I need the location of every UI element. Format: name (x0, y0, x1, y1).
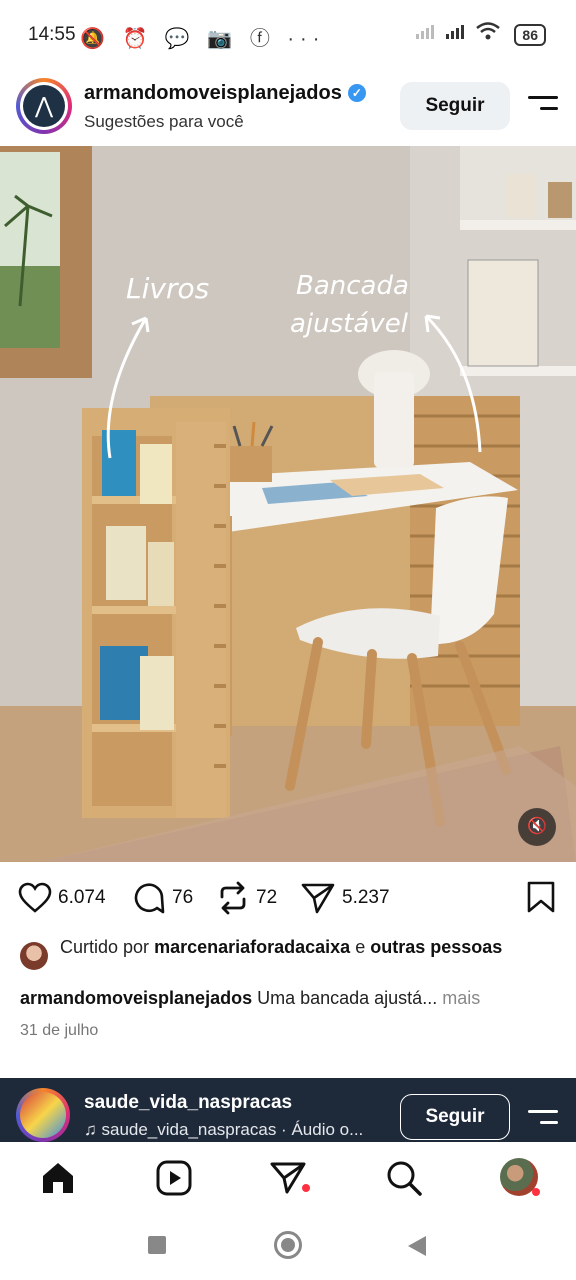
liked-by-prefix: Curtido por (60, 937, 150, 957)
battery-indicator: 86 (514, 24, 546, 46)
liked-by-text[interactable]: Curtido por marcenariaforadacaixa e outr… (60, 934, 560, 960)
next-post-avatar[interactable] (16, 1088, 70, 1142)
search-icon[interactable] (384, 1158, 424, 1198)
mute-icon[interactable]: 🔇 (518, 808, 556, 846)
signal-icon (416, 25, 465, 39)
verified-badge-icon: ✓ (347, 84, 366, 102)
likes-count[interactable]: 6.074 (58, 887, 106, 909)
shares-count[interactable]: 5.237 (342, 887, 390, 909)
username-text[interactable]: armandomoveisplanejados (84, 82, 342, 104)
status-right: 86 (414, 22, 546, 46)
post-actions: 6.074 76 72 5.237 (0, 870, 576, 928)
like-action[interactable]: 6.074 (18, 880, 106, 916)
room-illustration: Livros Bancada ajustável (0, 146, 576, 862)
caption-more-link[interactable]: mais (442, 988, 480, 1008)
account-avatar[interactable]: ⋀ (16, 78, 72, 134)
suggestion-label: Sugestões para você (84, 112, 244, 131)
caption-text: Uma bancada ajustá... (257, 988, 438, 1008)
brand-logo-icon: ⋀ (23, 85, 65, 127)
repost-action[interactable]: 72 (216, 880, 277, 916)
status-time: 14:55 (28, 24, 76, 45)
follow-button[interactable]: Seguir (400, 82, 510, 130)
direct-notification-dot (302, 1184, 310, 1192)
reels-icon[interactable] (154, 1158, 194, 1198)
back-button[interactable] (406, 1234, 428, 1258)
next-post-username[interactable]: saude_vida_naspracas (84, 1092, 292, 1114)
liked-by-suffix: e (355, 937, 366, 957)
comment-icon[interactable] (132, 881, 166, 915)
annotation-ajustavel: ajustável (290, 309, 409, 339)
wifi-icon (476, 22, 501, 40)
share-action[interactable]: 5.237 (300, 880, 390, 916)
home-button[interactable] (274, 1231, 302, 1259)
post-username[interactable]: armandomoveisplanejados ✓ (84, 82, 366, 105)
heart-icon[interactable] (18, 882, 52, 914)
bottom-navigation (0, 1142, 576, 1213)
system-navigation (0, 1212, 576, 1280)
post-image[interactable]: Livros Bancada ajustável (0, 146, 576, 862)
post-menu-icon[interactable] (528, 96, 558, 116)
liker-avatar[interactable] (20, 942, 48, 970)
next-post-menu-icon[interactable] (528, 1110, 558, 1132)
reposts-count[interactable]: 72 (256, 887, 277, 909)
audio-label[interactable]: saude_vida_naspracas · Áudio o... (101, 1120, 363, 1139)
status-bar: 14:55 🔕 ⏰ 💬 📷 ⓕ ··· 86 (0, 0, 576, 72)
annotation-livros: Livros (126, 272, 209, 305)
caption-username[interactable]: armandomoveisplanejados (20, 988, 252, 1008)
recent-apps-button[interactable] (148, 1236, 166, 1254)
next-post-follow-button[interactable]: Seguir (400, 1094, 510, 1140)
next-post-audio[interactable]: ♫ saude_vida_naspracas · Áudio o... (84, 1120, 363, 1140)
post-date: 31 de julho (20, 1022, 99, 1039)
repost-icon[interactable] (216, 881, 250, 915)
bookmark-icon[interactable] (526, 880, 556, 914)
next-post-header: saude_vida_naspracas ♫ saude_vida_naspra… (0, 1078, 576, 1142)
direct-icon[interactable] (268, 1158, 308, 1198)
liked-by-others[interactable]: outras pessoas (370, 937, 502, 957)
profile-notification-dot (532, 1188, 540, 1196)
notification-icons: 🔕 ⏰ 💬 📷 ⓕ ··· (80, 28, 326, 50)
annotation-bancada: Bancada (296, 271, 409, 301)
share-icon[interactable] (300, 881, 336, 915)
music-note-icon: ♫ (84, 1120, 102, 1139)
home-icon[interactable] (38, 1158, 78, 1198)
post-header: ⋀ armandomoveisplanejados ✓ Sugestões par… (0, 72, 576, 146)
comments-count[interactable]: 76 (172, 887, 193, 909)
comment-action[interactable]: 76 (132, 880, 193, 916)
post-caption[interactable]: armandomoveisplanejados Uma bancada ajus… (20, 988, 560, 1009)
liked-by-user[interactable]: marcenariaforadacaixa (154, 937, 350, 957)
